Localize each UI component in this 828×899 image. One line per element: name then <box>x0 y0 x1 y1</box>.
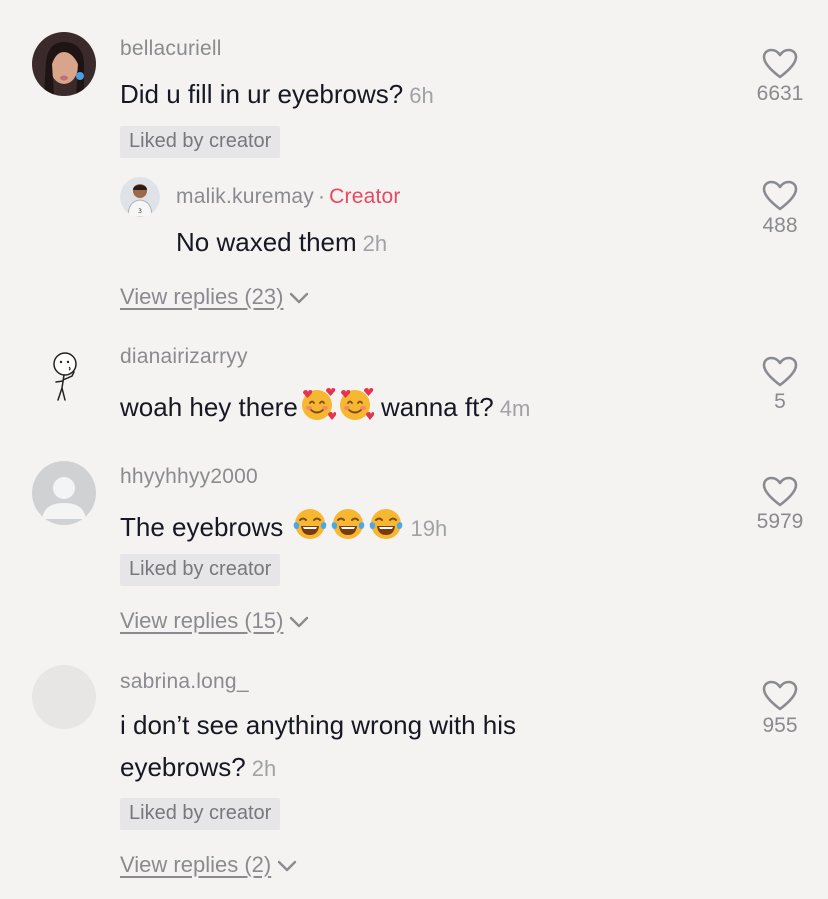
comment-username[interactable]: dianairizarryy <box>120 345 248 369</box>
heart-icon <box>762 356 798 387</box>
like-count: 488 <box>762 214 798 237</box>
view-replies-label: View replies (2) <box>120 852 272 877</box>
comment-body-end: wanna ft? <box>373 391 494 422</box>
avatar[interactable] <box>32 461 96 525</box>
comment-body: i don’t see anything wrong with his eyeb… <box>120 710 517 782</box>
comment-item: bellacuriell Did u fill in ur eyebrows? 6… <box>0 0 828 330</box>
reply-text: No waxed them 2h <box>176 223 387 263</box>
like-count: 5 <box>774 390 786 413</box>
creator-label: Creator <box>329 185 401 208</box>
comment-text: i don’t see anything wrong with his eyeb… <box>120 704 640 790</box>
default-avatar-icon <box>32 461 96 525</box>
view-replies-link[interactable]: View replies (2) <box>120 852 297 878</box>
svg-text:3: 3 <box>138 208 142 215</box>
comment-body: The eyebrows <box>120 511 291 542</box>
like-button[interactable]: 955 <box>740 680 820 738</box>
view-replies-label: View replies (23) <box>120 284 284 309</box>
placeholder-avatar-icon <box>32 665 96 729</box>
comment-body: Did u fill in ur eyebrows? <box>120 79 404 109</box>
comment-username[interactable]: hhyyhhyy2000 <box>120 465 258 489</box>
avatar[interactable] <box>32 665 96 729</box>
view-replies-label: View replies (15) <box>120 608 284 633</box>
like-button[interactable]: 6631 <box>740 48 820 106</box>
like-count: 5979 <box>756 510 804 533</box>
heart-icon <box>762 180 798 211</box>
like-button[interactable]: 488 <box>740 180 820 238</box>
comment-time: 2h <box>251 756 277 781</box>
liked-by-creator-badge: Liked by creator <box>120 126 281 158</box>
avatar[interactable] <box>32 342 96 406</box>
comment-text: woah hey there wanna ft? 4m <box>120 385 530 433</box>
creator-avatar[interactable]: 3 <box>120 177 160 217</box>
liked-by-creator-badge: Liked by creator <box>120 554 281 586</box>
heart-icon <box>762 48 798 79</box>
comment-text: The eyebrows 19h <box>120 505 447 553</box>
comment-text: Did u fill in ur eyebrows? 6h <box>120 75 434 115</box>
view-replies-link[interactable]: View replies (23) <box>120 284 309 310</box>
comment-time: 4m <box>499 395 531 421</box>
like-button[interactable]: 5 <box>740 356 820 414</box>
comment-username[interactable]: sabrina.long_ <box>120 670 249 694</box>
reply-body: No waxed them <box>176 227 357 257</box>
chevron-down-icon <box>290 292 309 304</box>
reply-time: 2h <box>362 231 388 256</box>
chevron-down-icon <box>290 616 309 628</box>
chevron-down-icon <box>278 860 297 872</box>
smiling-face-with-hearts-icon <box>298 385 337 433</box>
face-with-tears-of-joy-icon <box>291 505 329 553</box>
user-avatar-icon <box>32 342 96 406</box>
view-replies-link[interactable]: View replies (15) <box>120 608 309 634</box>
like-count: 6631 <box>756 82 804 105</box>
face-with-tears-of-joy-icon <box>367 505 405 553</box>
reply-username-row: malik.kuremay · Creator <box>176 185 401 209</box>
avatar[interactable] <box>32 32 96 96</box>
user-avatar-icon: 3 <box>120 177 160 217</box>
comment-time: 6h <box>409 83 434 108</box>
face-with-tears-of-joy-icon <box>329 505 367 553</box>
reply-username[interactable]: malik.kuremay <box>176 185 314 208</box>
smiling-face-with-hearts-icon <box>336 385 375 433</box>
separator-dot: · <box>317 185 326 208</box>
comment-body-start: woah hey there <box>120 391 298 422</box>
comment-time: 19h <box>410 515 448 541</box>
like-button[interactable]: 5979 <box>740 476 820 534</box>
heart-icon <box>762 476 798 507</box>
like-count: 955 <box>762 714 798 737</box>
liked-by-creator-badge: Liked by creator <box>120 798 281 830</box>
user-avatar-icon <box>32 32 96 96</box>
comment-username[interactable]: bellacuriell <box>120 37 222 61</box>
heart-icon <box>762 680 798 711</box>
